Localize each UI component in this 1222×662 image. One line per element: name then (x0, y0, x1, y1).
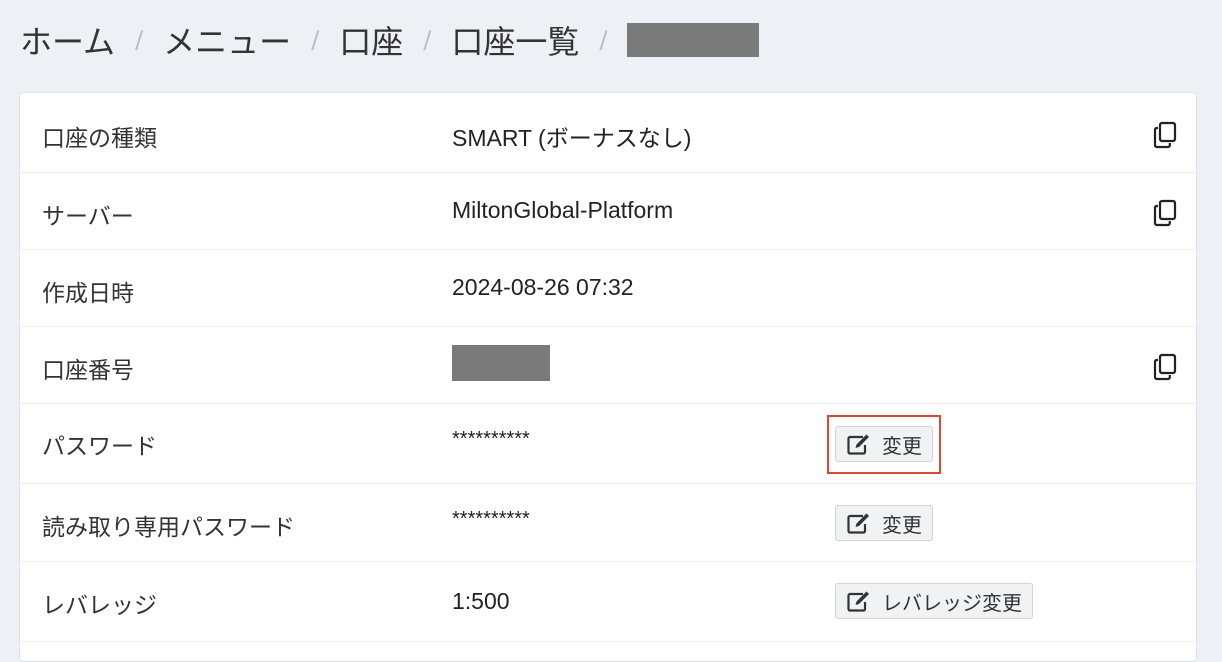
copy-icon[interactable] (1152, 121, 1178, 149)
readonly-password-label: 読み取り専用パスワード (42, 515, 295, 541)
edit-icon (847, 513, 869, 534)
password-row: パスワード ********** 変更 (20, 404, 1196, 484)
account-number-label: 口座番号 (42, 358, 134, 384)
account-number-redacted (452, 345, 550, 381)
change-leverage-button[interactable]: レバレッジ変更 (835, 583, 1033, 619)
copy-icon[interactable] (1152, 199, 1178, 227)
breadcrumb-separator: / (599, 26, 608, 54)
account-number-row: 口座番号 (20, 327, 1196, 404)
breadcrumb-separator: / (311, 26, 320, 54)
readonly-password-row: 読み取り専用パスワード ********** 変更 (20, 484, 1196, 562)
account-type-label: 口座の種類 (42, 126, 157, 152)
copy-icon[interactable] (1152, 353, 1178, 381)
account-type-value: SMART (ボーナスなし) (452, 125, 692, 151)
server-row: サーバー MiltonGlobal-Platform (20, 173, 1196, 250)
readonly-password-value: ********** (452, 508, 530, 530)
created-at-row: 作成日時 2024-08-26 07:32 (20, 250, 1196, 327)
change-readonly-password-button[interactable]: 変更 (835, 505, 933, 541)
password-value: ********** (452, 428, 530, 450)
breadcrumb-account-list[interactable]: 口座一覧 (451, 17, 579, 63)
server-value: MiltonGlobal-Platform (452, 197, 674, 223)
breadcrumb-menu[interactable]: メニュー (163, 17, 291, 63)
breadcrumb-accounts[interactable]: 口座 (339, 17, 403, 63)
change-readonly-password-label: 変更 (882, 512, 922, 537)
breadcrumb-separator: / (423, 26, 432, 54)
account-type-row: 口座の種類 SMART (ボーナスなし) (20, 93, 1196, 173)
account-details-card: 口座の種類 SMART (ボーナスなし) サーバー MiltonGlobal-P… (19, 92, 1197, 662)
password-label: パスワード (42, 434, 157, 460)
leverage-label: レバレッジ (42, 593, 157, 619)
breadcrumb-home[interactable]: ホーム (20, 17, 115, 63)
highlight-box (827, 415, 941, 474)
leverage-value: 1:500 (452, 588, 510, 614)
server-label: サーバー (42, 204, 134, 230)
edit-icon (847, 591, 869, 612)
breadcrumb: ホーム / メニュー / 口座 / 口座一覧 / (20, 17, 760, 63)
breadcrumb-current-redacted (627, 23, 760, 57)
leverage-row: レバレッジ 1:500 レバレッジ変更 (20, 562, 1196, 642)
created-at-value: 2024-08-26 07:32 (452, 274, 634, 300)
breadcrumb-separator: / (135, 26, 144, 54)
change-leverage-label: レバレッジ変更 (882, 590, 1022, 615)
created-at-label: 作成日時 (42, 281, 134, 307)
